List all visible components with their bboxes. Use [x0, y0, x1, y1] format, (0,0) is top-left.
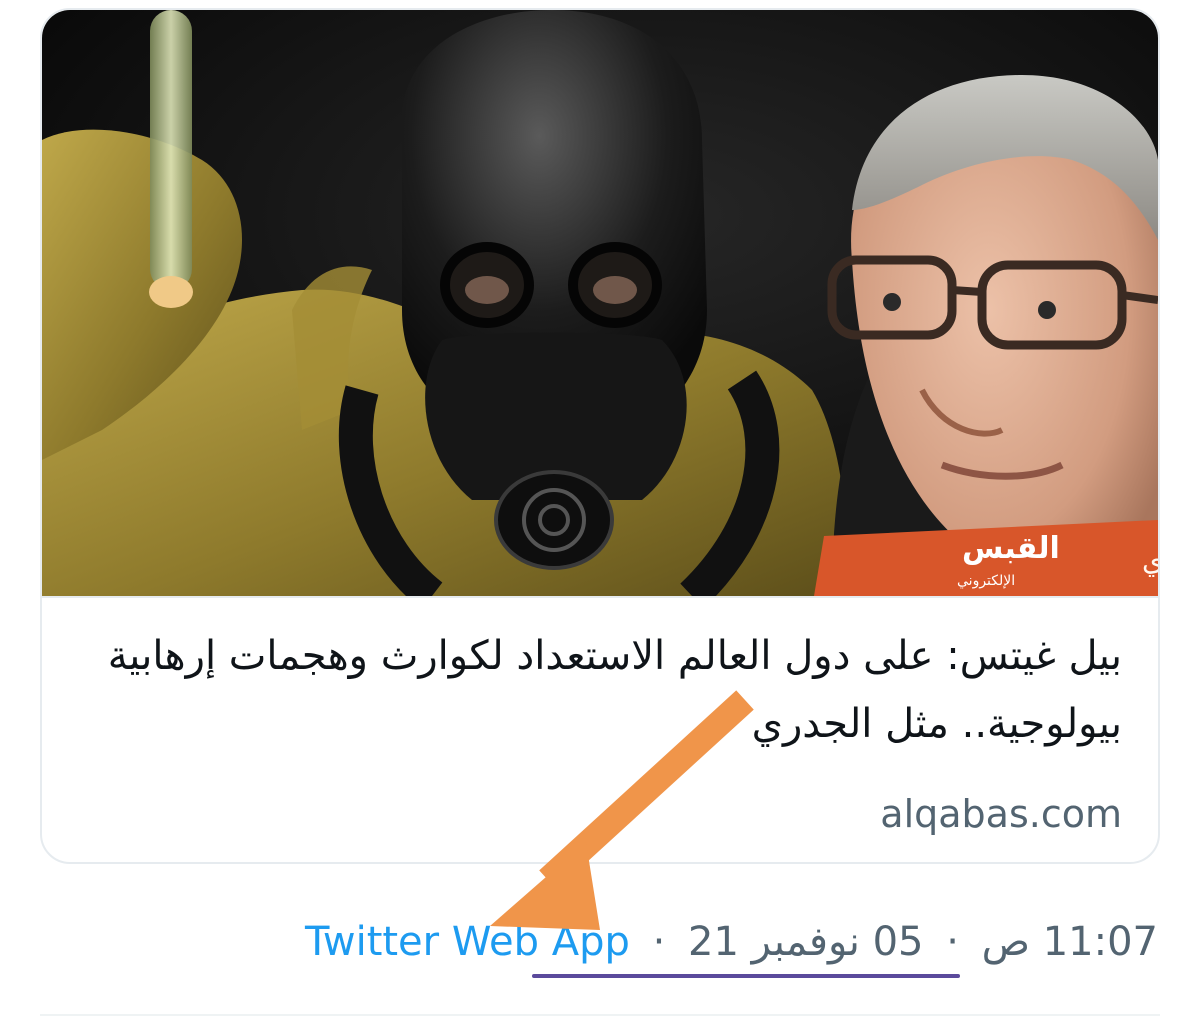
tweet-time[interactable]: 11:07 ص — [982, 910, 1158, 974]
meta-separator: · — [652, 919, 666, 965]
card-image-divider — [42, 596, 1158, 598]
tweet-date[interactable]: 05 نوفمبر 21 — [688, 910, 923, 974]
tweet-source-link[interactable]: Twitter Web App — [305, 910, 630, 974]
card-title[interactable]: بيل غيتس: على دول العالم الاستعداد لكوار… — [62, 622, 1122, 758]
meta-separator: · — [946, 919, 959, 965]
alqabas-logo-sub: الإلكتروني — [957, 573, 1015, 589]
tweet-metadata: 11:07 ص · 05 نوفمبر 21 · Twitter Web App — [305, 910, 1158, 974]
alqabas-logo-main: القبس — [962, 531, 1060, 566]
banner-report-label: تقرير حصري — [1142, 544, 1158, 577]
bottom-divider — [40, 1014, 1160, 1016]
link-preview-card[interactable]: تقرير حصري القبس الإلكتروني بيل غيتس: عل… — [40, 8, 1160, 864]
article-image: تقرير حصري القبس الإلكتروني — [42, 10, 1158, 596]
date-underline-annotation — [532, 974, 960, 978]
card-domain[interactable]: alqabas.com — [880, 784, 1122, 844]
